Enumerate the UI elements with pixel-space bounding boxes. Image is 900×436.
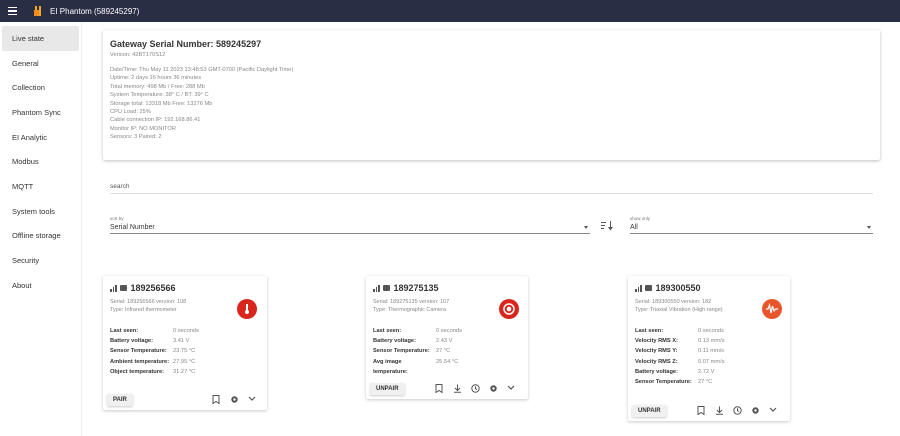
unpair-button[interactable]: UNPAIR [632, 405, 667, 417]
gateway-cable-ip: Cable connection IP: 192.168.86.41 [110, 117, 201, 124]
download-icon[interactable] [452, 383, 462, 393]
battery-icon [119, 285, 127, 291]
sort-select[interactable]: sort by Serial Number [110, 216, 590, 234]
sensor-row: Velocity RMS X: 0.13 mm/s [635, 338, 725, 345]
sidebar-item-mqtt[interactable]: MQTT [2, 174, 79, 199]
show-only-value: All [630, 224, 638, 231]
show-only-label: show only [630, 216, 651, 221]
unpair-button[interactable]: UNPAIR [370, 383, 405, 395]
chevron-down-icon[interactable] [506, 383, 516, 393]
sidebar-item-system-tools[interactable]: System tools [2, 199, 79, 224]
sidebar-item-offline-storage[interactable]: Offline storage [2, 224, 79, 249]
pair-button[interactable]: PAIR [107, 394, 133, 406]
gateway-monitor-ip: Monitor IP: NO MONITOR [110, 125, 176, 132]
sensor-id: 189300550 [655, 283, 701, 293]
menu-icon[interactable] [8, 6, 26, 16]
battery-icon [382, 285, 390, 291]
sensor-row: Battery voltage: 2.43 V [373, 338, 453, 345]
gear-icon[interactable] [488, 383, 498, 393]
sensor-card: 189275135 Serial: 189275135 version: 107… [366, 276, 528, 399]
app-title: EI Phantom (589245297) [50, 6, 140, 16]
gateway-uptime: Uptime: 2 days 16 hours 36 minutes [110, 75, 202, 82]
sensor-row: Last seen: 0 seconds [635, 328, 724, 334]
sensor-row: Last seen: 0 seconds [373, 328, 462, 334]
sort-value: Serial Number [110, 224, 155, 231]
chevron-down-icon[interactable] [768, 405, 778, 415]
phantom-logo-icon [30, 3, 46, 19]
sidebar-item-collection[interactable]: Collection [2, 75, 79, 100]
sensor-row: Velocity RMS Z: 0.07 mm/s [635, 358, 725, 365]
sensor-row: Avg image temperature: 25.54 °C [373, 358, 459, 375]
sensor-row: Battery voltage: 2.72 V [635, 368, 715, 375]
battery-icon [644, 285, 652, 291]
sidebar-item-security[interactable]: Security [2, 248, 79, 273]
gateway-memory: Total memory: 498 Mb / Free: 288 Mb [110, 83, 205, 90]
camera-target-icon [499, 299, 519, 319]
sidebar-item-general[interactable]: General [2, 51, 79, 76]
clock-icon[interactable] [732, 405, 742, 415]
app-header: EI Phantom (589245297) [0, 0, 900, 22]
sensor-id: 189256566 [130, 283, 176, 293]
sensor-row: Sensor Temperature: 27 °C [635, 379, 713, 386]
bookmark-icon[interactable] [434, 383, 444, 393]
sensor-row: Object temperature: 31.27 °C [110, 368, 196, 375]
gear-icon[interactable] [750, 405, 760, 415]
sensor-row: Battery voltage: 3.41 V [110, 338, 190, 345]
signal-icon [110, 284, 117, 292]
sensor-type: Type: Triaxial Vibration (High range) [635, 307, 723, 313]
sensor-serial: Serial: 189300550 version: 182 [635, 299, 712, 305]
gateway-title: Gateway Serial Number: 589245297 [110, 39, 262, 49]
gateway-datetime: Date/Time: Thu May 11 2023 13:48:53 GMT-… [110, 67, 294, 73]
sort-label: sort by [110, 216, 124, 221]
download-icon[interactable] [714, 405, 724, 415]
sensor-row: Last seen: 0 seconds [110, 328, 199, 334]
chevron-down-icon[interactable] [247, 394, 257, 404]
sensor-id: 189275135 [393, 283, 439, 293]
bookmark-icon[interactable] [696, 405, 706, 415]
sensor-row: Velocity RMS Y: 0.11 mm/s [635, 348, 725, 355]
gear-icon[interactable] [229, 394, 239, 404]
sensor-card: 189300550 Serial: 189300550 version: 182… [628, 276, 790, 421]
signal-icon [635, 284, 642, 292]
search-input[interactable]: search [110, 180, 873, 194]
clock-icon[interactable] [470, 383, 480, 393]
sidebar-item-ei-analytic[interactable]: EI Analytic [2, 125, 79, 150]
gateway-card: Gateway Serial Number: 589245297 Version… [103, 30, 880, 160]
bookmark-icon[interactable] [211, 394, 221, 404]
gateway-sensors: Sensors: 3 Paired: 2 [110, 134, 162, 141]
gateway-cpu: CPU Load: 25% [110, 109, 151, 116]
show-only-select[interactable]: show only All [630, 216, 873, 234]
sensor-row: Ambient temperature: 27.95 °C [110, 358, 196, 365]
sidebar: Live state General Collection Phantom Sy… [0, 22, 82, 436]
vibration-icon [762, 299, 782, 319]
gateway-storage: Storage total: 13318 Mb Free: 13276 Mb [110, 100, 213, 107]
sidebar-item-modbus[interactable]: Modbus [2, 149, 79, 174]
sidebar-item-live-state[interactable]: Live state [2, 26, 79, 51]
sensor-card: 189256566 Serial: 189256566 version: 108… [103, 276, 267, 410]
signal-icon [373, 284, 380, 292]
gateway-version: Version: 42BT170S12 [110, 52, 166, 58]
chevron-down-icon [584, 226, 588, 229]
sensor-row: Sensor Temperature: 23.75 °C [110, 348, 196, 355]
sidebar-item-phantom-sync[interactable]: Phantom Sync [2, 100, 79, 125]
sensor-row: Sensor Temperature: 27 °C [373, 348, 451, 355]
chevron-down-icon [867, 226, 871, 229]
sidebar-item-about[interactable]: About [2, 273, 79, 298]
thermometer-icon [237, 299, 257, 319]
gateway-temperature: System Temperature: 38° C / BT: 39° C [110, 92, 209, 99]
sort-order-icon[interactable] [601, 221, 615, 233]
